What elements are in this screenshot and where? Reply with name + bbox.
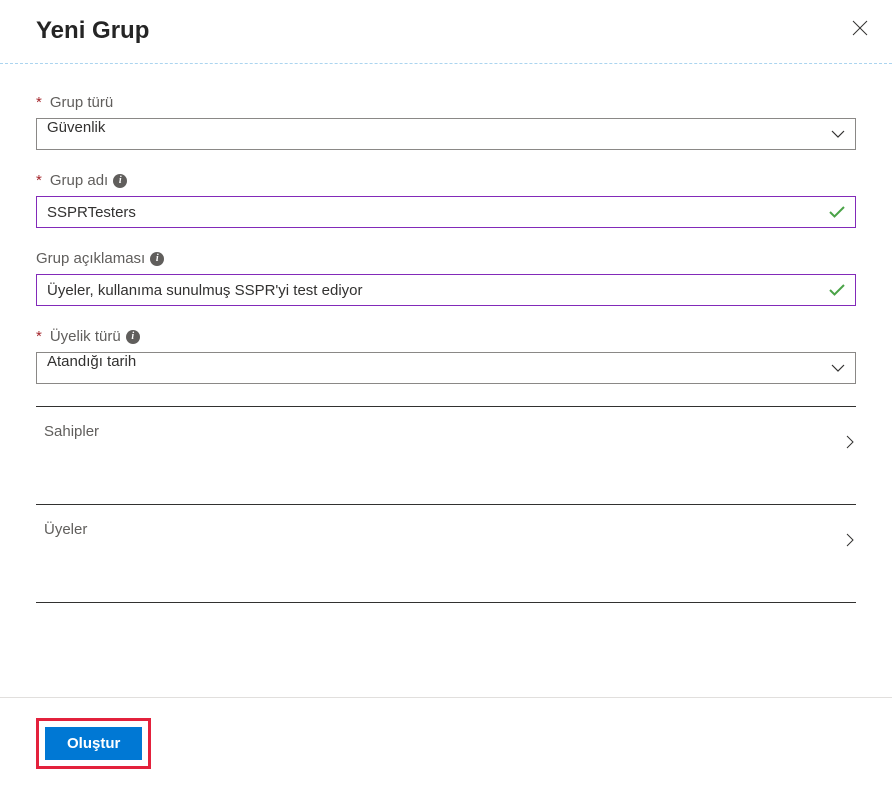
field-group-type: * Grup türü Güvenlik bbox=[36, 94, 856, 150]
info-icon[interactable]: i bbox=[126, 330, 140, 344]
group-type-label-text: Grup türü bbox=[50, 94, 113, 111]
group-type-select[interactable]: Güvenlik bbox=[36, 118, 856, 150]
info-icon[interactable]: i bbox=[113, 174, 127, 188]
owners-label: Sahipler bbox=[44, 423, 99, 440]
chevron-right-icon bbox=[846, 435, 854, 454]
required-asterisk: * bbox=[36, 328, 42, 345]
close-button[interactable] bbox=[848, 16, 872, 45]
group-name-label-text: Grup adı bbox=[50, 172, 108, 189]
group-desc-label-text: Grup açıklaması bbox=[36, 250, 145, 267]
group-desc-input[interactable] bbox=[37, 275, 819, 305]
members-row[interactable]: Üyeler bbox=[36, 504, 856, 603]
check-icon bbox=[819, 206, 855, 218]
group-desc-label: Grup açıklaması i bbox=[36, 250, 856, 267]
group-name-label: * Grup adı i bbox=[36, 172, 856, 189]
required-asterisk: * bbox=[36, 94, 42, 111]
field-membership-type: * Üyelik türü i Atandığı tarih bbox=[36, 328, 856, 384]
field-group-desc: Grup açıklaması i bbox=[36, 250, 856, 306]
group-desc-input-wrap bbox=[36, 274, 856, 306]
create-button-highlight: Oluştur bbox=[36, 718, 151, 769]
create-button[interactable]: Oluştur bbox=[45, 727, 142, 760]
membership-type-label-text: Üyelik türü bbox=[50, 328, 121, 345]
panel-header: Yeni Grup bbox=[0, 0, 892, 64]
membership-type-label: * Üyelik türü i bbox=[36, 328, 856, 345]
info-icon[interactable]: i bbox=[150, 252, 164, 266]
form-body: * Grup türü Güvenlik * Grup adı i Grup a… bbox=[0, 64, 892, 697]
field-group-name: * Grup adı i bbox=[36, 172, 856, 228]
owners-row[interactable]: Sahipler bbox=[36, 406, 856, 504]
close-icon bbox=[852, 20, 868, 36]
group-name-input[interactable] bbox=[37, 197, 819, 227]
panel-footer: Oluştur bbox=[0, 697, 892, 793]
membership-type-select[interactable]: Atandığı tarih bbox=[36, 352, 856, 384]
members-label: Üyeler bbox=[44, 521, 87, 538]
chevron-down-icon bbox=[821, 364, 855, 372]
panel-title: Yeni Grup bbox=[36, 17, 149, 45]
chevron-down-icon bbox=[821, 130, 855, 138]
group-type-label: * Grup türü bbox=[36, 94, 856, 111]
group-name-input-wrap bbox=[36, 196, 856, 228]
group-type-value: Güvenlik bbox=[37, 119, 821, 149]
chevron-right-icon bbox=[846, 533, 854, 552]
check-icon bbox=[819, 284, 855, 296]
membership-type-value: Atandığı tarih bbox=[37, 353, 821, 383]
required-asterisk: * bbox=[36, 172, 42, 189]
